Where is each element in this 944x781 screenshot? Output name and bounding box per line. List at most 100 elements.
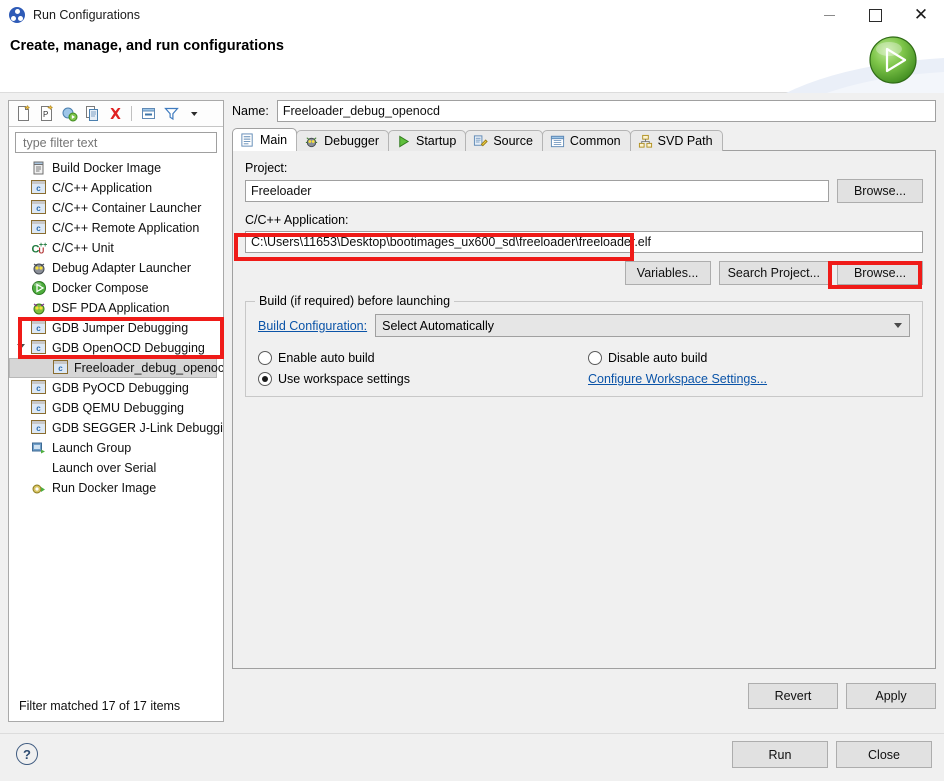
tree-item[interactable]: Run Docker Image: [9, 478, 223, 498]
radio-enable-auto-build-label: Enable auto build: [278, 351, 375, 365]
tree-item[interactable]: Docker Compose: [9, 278, 223, 298]
build-configuration-select[interactable]: Select Automatically: [375, 314, 910, 337]
radio-enable-auto-build[interactable]: Enable auto build: [258, 351, 588, 365]
tree-item[interactable]: Build Docker Image: [9, 158, 223, 178]
revert-button[interactable]: Revert: [748, 683, 838, 709]
tab-common[interactable]: Common: [541, 130, 631, 151]
tree-item[interactable]: c GDB Jumper Debugging: [9, 318, 223, 338]
radio-use-workspace-settings[interactable]: Use workspace settings: [258, 372, 588, 386]
view-menu-icon[interactable]: [184, 104, 204, 123]
dialog-footer: ? Run Close: [0, 733, 944, 781]
window-title: Run Configurations: [33, 8, 141, 22]
tree-item[interactable]: c C/C++ Application: [9, 178, 223, 198]
configure-workspace-settings-link[interactable]: Configure Workspace Settings...: [588, 372, 767, 386]
project-row: Browse...: [245, 179, 923, 203]
project-label: Project:: [245, 161, 288, 175]
c-app-icon: c: [31, 380, 47, 396]
tab-label: Main: [260, 133, 288, 147]
duplicate-icon[interactable]: [82, 104, 102, 123]
variables-button[interactable]: Variables...: [624, 261, 711, 285]
c-app-icon: c: [31, 400, 47, 416]
configuration-name-row: Name:: [232, 100, 936, 122]
chevron-down-icon: [894, 323, 902, 328]
launch-group-icon: [31, 440, 47, 456]
application-row: [245, 231, 923, 253]
tree-item-label: C/C++ Unit: [52, 241, 114, 255]
tab-label: SVD Path: [657, 134, 713, 148]
tree-item[interactable]: Debug Adapter Launcher: [9, 258, 223, 278]
project-input[interactable]: [245, 180, 829, 202]
source-tab-icon: [473, 134, 489, 148]
application-browse-button[interactable]: Browse...: [837, 261, 923, 285]
configurations-tree[interactable]: Build Docker Image c C/C++ Application c C/C…: [9, 156, 223, 689]
run-configurations-icon: [9, 7, 25, 23]
tab-main[interactable]: Main: [232, 128, 298, 151]
new-prototype-icon[interactable]: P: [36, 104, 56, 123]
startup-tab-icon: [396, 134, 411, 148]
tree-item-label: Debug Adapter Launcher: [52, 261, 191, 275]
delete-icon[interactable]: [105, 104, 125, 123]
tree-item-label: GDB SEGGER J-Link Debugging: [52, 421, 223, 435]
expand-arrow-icon[interactable]: [17, 344, 25, 349]
configure-workspace-settings-row: Configure Workspace Settings...: [588, 372, 910, 386]
tree-item[interactable]: C ++ U C/C++ Unit: [9, 238, 223, 258]
svg-text:U: U: [39, 247, 45, 256]
tree-item[interactable]: Launch Group: [9, 438, 223, 458]
page-title: Create, manage, and run configurations: [10, 38, 284, 54]
close-button[interactable]: Close: [836, 741, 932, 768]
filter-icon[interactable]: [161, 104, 181, 123]
radio-disable-auto-build-indicator: [588, 351, 602, 365]
tree-item[interactable]: c GDB QEMU Debugging: [9, 398, 223, 418]
tab-debugger[interactable]: Debugger: [296, 130, 389, 151]
build-configuration-link[interactable]: Build Configuration:: [258, 319, 367, 333]
tree-item[interactable]: Launch over Serial: [9, 458, 223, 478]
radio-disable-auto-build[interactable]: Disable auto build: [588, 351, 910, 365]
tree-item-label: C/C++ Remote Application: [52, 221, 200, 235]
tree-item-label: Run Docker Image: [52, 481, 157, 495]
toolbar-separator: [131, 106, 132, 121]
tree-item[interactable]: c GDB SEGGER J-Link Debugging: [9, 418, 223, 438]
tree-item[interactable]: c C/C++ Container Launcher: [9, 198, 223, 218]
c-app-icon: c: [53, 360, 69, 376]
name-label: Name:: [232, 104, 269, 118]
svd-path-tab-icon: [638, 134, 653, 148]
tree-item[interactable]: c GDB PyOCD Debugging: [9, 378, 223, 398]
tab-startup[interactable]: Startup: [388, 130, 467, 151]
filter-input[interactable]: [21, 134, 216, 151]
build-group-title: Build (if required) before launching: [255, 294, 455, 308]
docker-compose-icon: [31, 280, 47, 296]
apply-button[interactable]: Apply: [846, 683, 936, 709]
configuration-tabs[interactable]: Main Debugger Startup Source Common SVD Path: [232, 128, 936, 151]
tree-item[interactable]: c Freeloader_debug_openocd: [9, 358, 223, 378]
tab-svd-path[interactable]: SVD Path: [629, 130, 723, 151]
dialog-body: P type filter text Build Docker Image c …: [0, 93, 944, 733]
application-path-input[interactable]: [245, 231, 923, 253]
help-icon[interactable]: ?: [16, 743, 38, 765]
tab-label: Startup: [416, 134, 457, 148]
configuration-name-input[interactable]: [276, 100, 936, 122]
build-configuration-row: Build Configuration: Select Automaticall…: [258, 314, 910, 337]
tree-item[interactable]: c GDB OpenOCD Debugging: [9, 338, 223, 358]
tree-item[interactable]: c C/C++ Remote Application: [9, 218, 223, 238]
footer-buttons: Run Close: [732, 741, 932, 768]
filter-input-wrapper[interactable]: [15, 132, 217, 153]
build-options-grid: Enable auto build Disable auto build Use…: [258, 351, 910, 386]
new-configuration-icon[interactable]: [13, 104, 33, 123]
tree-item-label: Docker Compose: [52, 281, 149, 295]
project-browse-button[interactable]: Browse...: [837, 179, 923, 203]
export-icon[interactable]: [59, 104, 79, 123]
run-button[interactable]: Run: [732, 741, 828, 768]
main-tab-icon: [240, 133, 255, 147]
search-project-button[interactable]: Search Project...: [718, 261, 829, 285]
tree-item[interactable]: DSF PDA Application: [9, 298, 223, 318]
collapse-all-icon[interactable]: [138, 104, 158, 123]
cpp-unit-icon: C ++ U: [31, 240, 48, 256]
tab-label: Debugger: [324, 134, 379, 148]
green-run-play-icon: [868, 35, 918, 85]
common-tab-icon: [550, 134, 565, 148]
tree-item-label: GDB Jumper Debugging: [52, 321, 189, 335]
tab-source[interactable]: Source: [465, 130, 543, 151]
run-docker-icon: [31, 480, 47, 496]
tree-item-label: Launch Group: [52, 441, 132, 455]
c-app-icon: c: [31, 340, 47, 356]
